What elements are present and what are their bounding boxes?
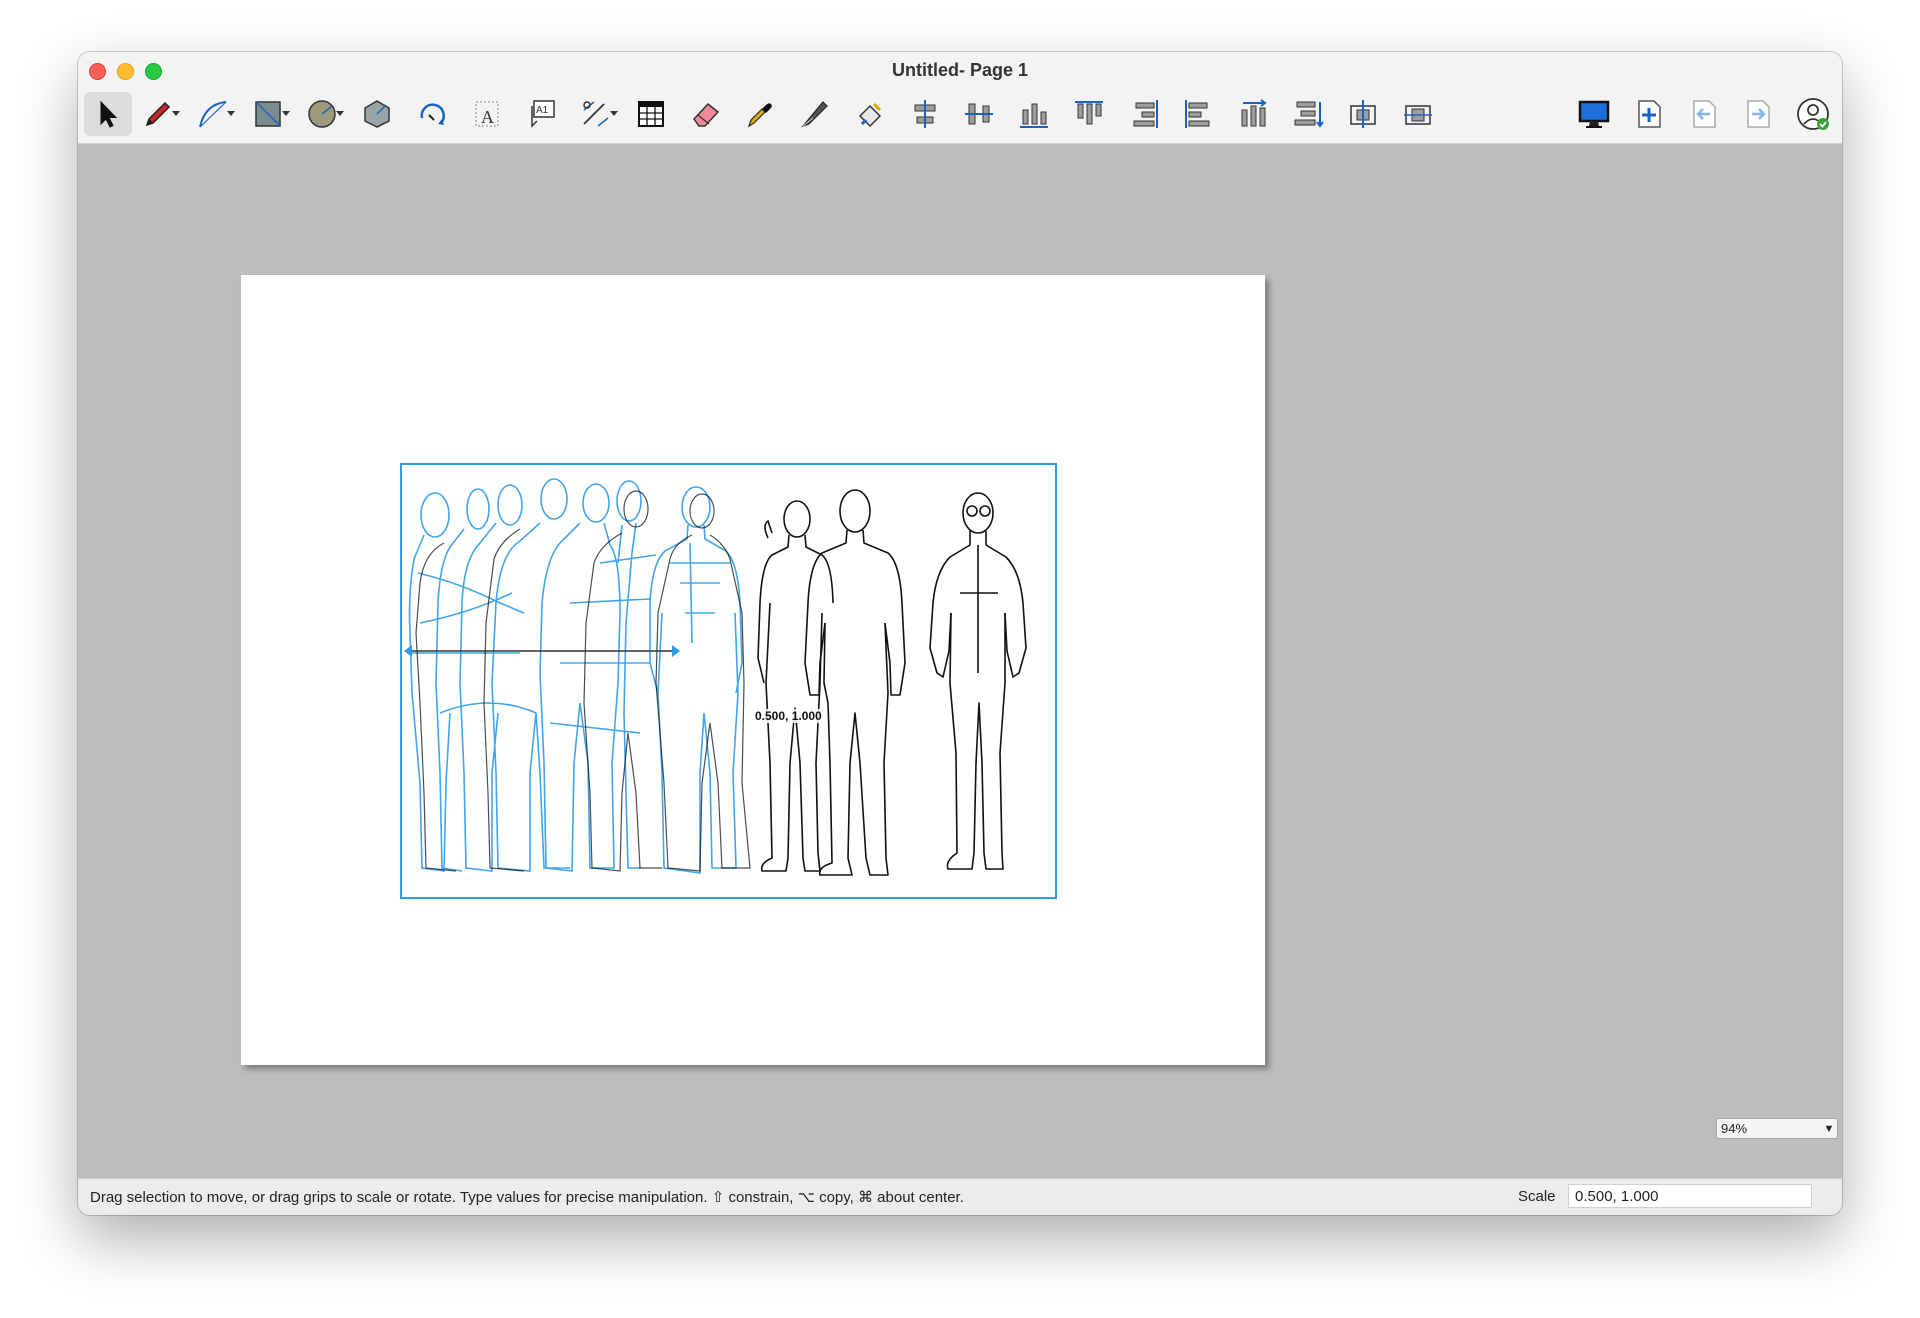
eyedropper-tool-button[interactable]	[736, 92, 784, 136]
chevron-down-icon: ▼	[1823, 1122, 1835, 1135]
svg-text:A1: A1	[536, 105, 549, 116]
curve-tool-button[interactable]	[189, 92, 237, 136]
table-tool-icon	[638, 101, 664, 127]
chevron-down-icon	[282, 111, 290, 116]
previous-page-icon	[1693, 100, 1716, 128]
align-right-icon	[1133, 100, 1158, 128]
toolbar: A A1	[78, 88, 1842, 140]
paint-bucket-tool-button[interactable]	[846, 92, 894, 136]
scale-input[interactable]: 0.500, 1.000	[1568, 1184, 1812, 1208]
select-tool-icon	[100, 100, 118, 128]
chevron-down-icon	[172, 111, 180, 116]
chevron-down-icon	[227, 111, 235, 116]
document-page[interactable]: 0.500, 1.000	[241, 275, 1265, 1065]
circle-tool-icon	[308, 100, 336, 128]
align-top-button[interactable]	[1065, 92, 1113, 136]
rotate-tool-button[interactable]	[408, 92, 456, 136]
rotate-tool-icon	[420, 103, 446, 125]
align-center-horizontal-button[interactable]	[901, 92, 949, 136]
polygon-tool-icon	[364, 100, 390, 128]
pencil-tool-button[interactable]	[134, 92, 182, 136]
align-center-vertical-button[interactable]	[955, 92, 1003, 136]
polygon-tool-button[interactable]	[353, 92, 401, 136]
account-button[interactable]	[1789, 92, 1837, 136]
svg-text:A: A	[481, 107, 494, 127]
distribute-vertical-button[interactable]	[1284, 92, 1332, 136]
zoom-select[interactable]: 94% ▼	[1716, 1118, 1838, 1139]
coordinate-readout: 0.500, 1.000	[754, 709, 823, 723]
align-right-button[interactable]	[1120, 92, 1168, 136]
eraser-tool-button[interactable]	[682, 92, 730, 136]
add-page-icon	[1638, 100, 1661, 128]
titlebar: Untitled- Page 1 A A1	[78, 52, 1842, 144]
group-center-icon	[1350, 100, 1376, 128]
text-tool-icon: A	[475, 101, 499, 127]
rectangle-tool-button[interactable]	[244, 92, 292, 136]
align-bottom-button[interactable]	[1010, 92, 1058, 136]
text-tool-button[interactable]: A	[463, 92, 511, 136]
window-title: Untitled- Page 1	[891, 60, 1029, 80]
drawing-canvas[interactable]: 0.500, 1.000 94% ▼	[78, 144, 1842, 1179]
circle-tool-button[interactable]	[298, 92, 346, 136]
eraser-tool-icon	[693, 102, 720, 127]
display-icon	[1578, 100, 1610, 128]
distribute-horizontal-button[interactable]	[1229, 92, 1277, 136]
pencil-tool-icon	[145, 101, 171, 127]
chevron-down-icon	[336, 111, 344, 116]
selection-bounds[interactable]	[400, 463, 1057, 899]
align-top-icon	[1075, 101, 1103, 125]
zoom-value: 94%	[1721, 1121, 1748, 1136]
knife-tool-icon	[801, 101, 828, 128]
align-center-horizontal-icon	[914, 100, 936, 128]
display-button[interactable]	[1570, 92, 1618, 136]
next-page-icon	[1747, 100, 1770, 128]
eyedropper-tool-icon	[747, 103, 772, 128]
paint-bucket-tool-icon	[858, 102, 882, 128]
curve-tool-icon	[199, 101, 227, 128]
align-center-vertical-icon	[965, 103, 993, 125]
distribute-horizontal-icon	[1241, 99, 1267, 127]
chevron-down-icon	[610, 111, 618, 116]
add-page-button[interactable]	[1625, 92, 1673, 136]
dimension-tool-icon	[583, 101, 609, 127]
ungroup-icon	[1404, 105, 1432, 125]
dimension-tool-button[interactable]	[572, 92, 620, 136]
previous-page-button[interactable]	[1680, 92, 1728, 136]
ungroup-button[interactable]	[1394, 92, 1442, 136]
account-icon	[1797, 98, 1829, 130]
scale-label: Scale	[1518, 1188, 1556, 1205]
app-window: Untitled- Page 1 A A1 0.500, 1.000 94% ▼…	[78, 52, 1842, 1215]
rectangle-tool-icon	[255, 101, 281, 127]
table-tool-button[interactable]	[627, 92, 675, 136]
distribute-vertical-icon	[1294, 101, 1324, 128]
align-left-icon	[1185, 100, 1210, 128]
knife-tool-button[interactable]	[791, 92, 839, 136]
status-hint: Drag selection to move, or drag grips to…	[90, 1189, 964, 1206]
align-bottom-icon	[1020, 103, 1048, 128]
group-center-button[interactable]	[1339, 92, 1387, 136]
label-tool-button[interactable]: A1	[517, 92, 565, 136]
next-page-button[interactable]	[1734, 92, 1782, 136]
align-left-button[interactable]	[1175, 92, 1223, 136]
label-tool-icon: A1	[531, 100, 555, 128]
select-tool-button[interactable]	[84, 92, 132, 136]
status-bar: Drag selection to move, or drag grips to…	[78, 1178, 1842, 1215]
